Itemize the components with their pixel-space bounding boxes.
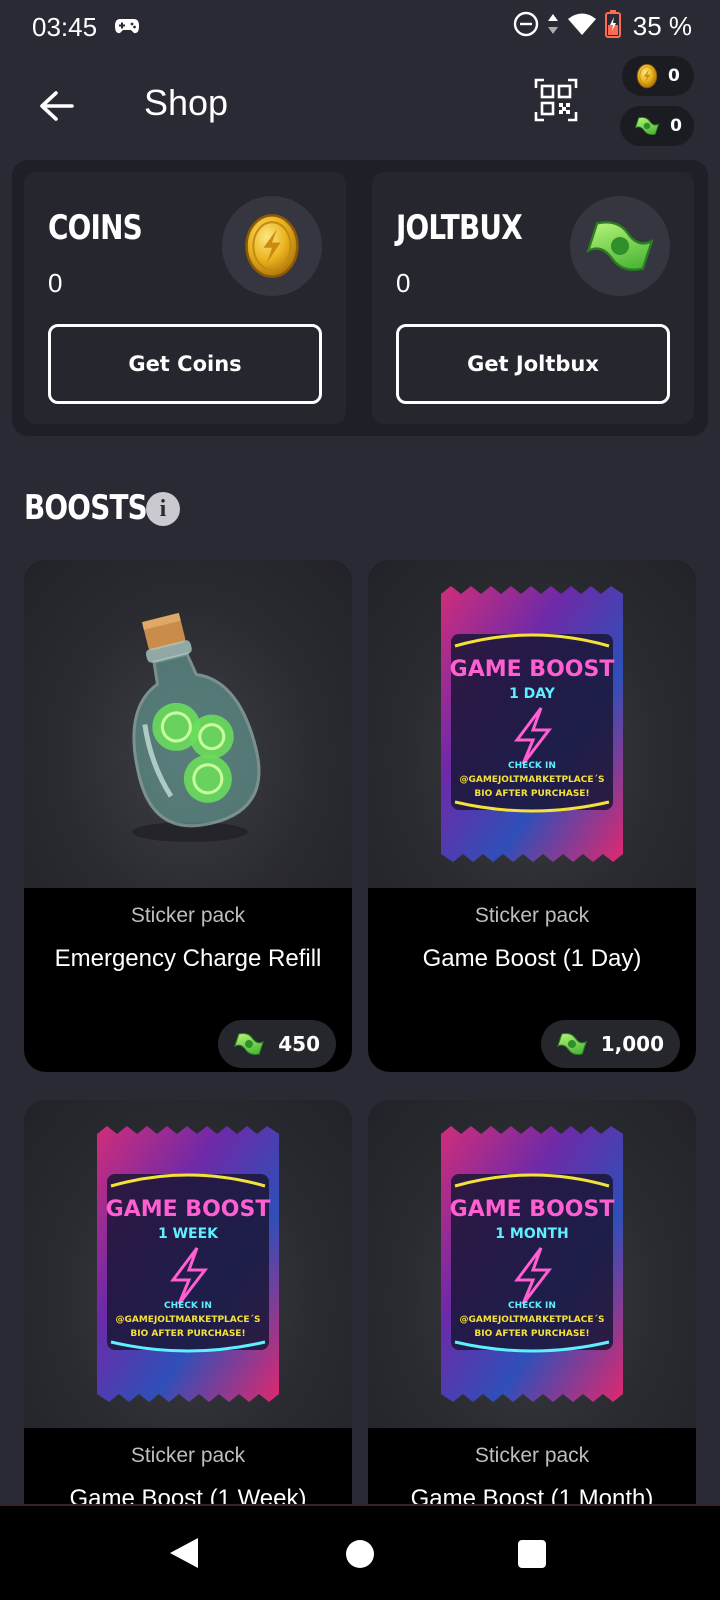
coin-icon <box>222 196 322 296</box>
product-name: Game Boost (1 Day) <box>422 945 642 972</box>
gamepad-icon <box>114 16 140 40</box>
product-type: Sticker pack <box>474 1444 590 1467</box>
product-type: Sticker pack <box>130 1444 246 1467</box>
joltbux-icon <box>570 196 670 296</box>
pack-note: BIO AFTER PURCHASE! <box>474 789 589 799</box>
pack-title: GAME BOOST <box>106 1197 271 1222</box>
info-icon[interactable]: i <box>146 492 180 526</box>
product-card[interactable]: Sticker pack Emergency Charge Refill 450 <box>24 560 352 1072</box>
joltbux-icon <box>230 1028 268 1060</box>
joltbux-card: JOLTBUX 0 Get Joltbux <box>372 172 694 424</box>
get-coins-button[interactable]: Get Coins <box>48 324 322 404</box>
joltbux-balance-pill[interactable]: 0 <box>620 106 694 146</box>
product-name: Emergency Charge Refill <box>54 945 322 972</box>
pack-title: GAME BOOST <box>450 1197 615 1222</box>
back-button[interactable] <box>30 80 82 132</box>
pack-note: CHECK IN <box>508 1301 556 1311</box>
status-time: 03:45 <box>32 12 98 42</box>
pack-note: CHECK IN <box>508 761 556 771</box>
coins-title: COINS <box>48 208 143 248</box>
pack-note: @GAMEJOLTMARKETPLACE´S <box>460 1314 605 1325</box>
nav-home-icon[interactable] <box>346 1540 374 1568</box>
pack-duration: 1 DAY <box>509 686 556 702</box>
joltbux-balance-value: 0 <box>670 116 682 136</box>
do-not-disturb-icon <box>513 11 539 41</box>
coin-icon <box>634 63 660 89</box>
status-bar: 03:45 35 % <box>0 0 720 56</box>
product-type: Sticker pack <box>474 904 590 927</box>
wifi-icon <box>567 12 597 40</box>
coins-value: 0 <box>48 268 63 298</box>
nav-recents-icon[interactable] <box>518 1540 546 1568</box>
product-image: GAME BOOST 1 MONTH CHECK IN @GAMEJOLTMAR… <box>368 1100 696 1428</box>
game-boost-pack-icon: GAME BOOST 1 MONTH CHECK IN @GAMEJOLTMAR… <box>441 1126 623 1402</box>
qr-code-icon <box>534 78 578 122</box>
pack-duration: 1 MONTH <box>495 1226 568 1242</box>
joltbux-title: JOLTBUX <box>396 208 523 248</box>
page-title: Shop <box>144 82 229 123</box>
price-value: 1,000 <box>600 1032 664 1056</box>
game-boost-pack-icon: GAME BOOST 1 WEEK CHECK IN @GAMEJOLTMARK… <box>97 1126 279 1402</box>
pack-note: CHECK IN <box>164 1301 212 1311</box>
potion-bottle-icon <box>132 612 261 842</box>
boosts-heading: BOOSTS <box>24 488 148 528</box>
battery-low-icon <box>604 10 621 42</box>
back-arrow-icon <box>40 91 74 121</box>
game-boost-pack-icon: GAME BOOST 1 DAY CHECK IN @GAMEJOLTMARKE… <box>441 586 623 862</box>
coins-balance-value: 0 <box>668 66 680 86</box>
qr-code-button[interactable] <box>534 78 582 126</box>
pack-note: BIO AFTER PURCHASE! <box>474 1329 589 1339</box>
product-type: Sticker pack <box>130 904 246 927</box>
nav-back-icon[interactable] <box>168 1536 200 1574</box>
pack-note: @GAMEJOLTMARKETPLACE´S <box>460 774 605 785</box>
price-tag[interactable]: 450 <box>218 1020 336 1068</box>
product-card[interactable]: GAME BOOST 1 DAY CHECK IN @GAMEJOLTMARKE… <box>368 560 696 1072</box>
pack-note: BIO AFTER PURCHASE! <box>130 1329 245 1339</box>
app-bar: Shop 0 0 <box>0 56 720 160</box>
divider <box>0 1504 720 1506</box>
coins-balance-pill[interactable]: 0 <box>622 56 694 96</box>
product-image <box>24 560 352 888</box>
balance-panel: COINS 0 Get Coins JOLTBUX 0 Get Joltbux <box>12 160 708 436</box>
price-value: 450 <box>278 1032 320 1056</box>
product-image: GAME BOOST 1 DAY CHECK IN @GAMEJOLTMARKE… <box>368 560 696 888</box>
pack-note: @GAMEJOLTMARKETPLACE´S <box>116 1314 261 1325</box>
system-nav-bar <box>0 1504 720 1600</box>
pack-duration: 1 WEEK <box>158 1226 219 1242</box>
battery-percentage: 35 % <box>632 10 692 41</box>
joltbux-value: 0 <box>396 268 411 298</box>
data-arrows-icon <box>547 12 559 40</box>
joltbux-icon <box>632 113 662 139</box>
joltbux-icon <box>553 1028 591 1060</box>
coins-card: COINS 0 Get Coins <box>24 172 346 424</box>
get-joltbux-button[interactable]: Get Joltbux <box>396 324 670 404</box>
price-tag[interactable]: 1,000 <box>540 1020 680 1068</box>
pack-title: GAME BOOST <box>450 657 615 682</box>
product-image: GAME BOOST 1 WEEK CHECK IN @GAMEJOLTMARK… <box>24 1100 352 1428</box>
